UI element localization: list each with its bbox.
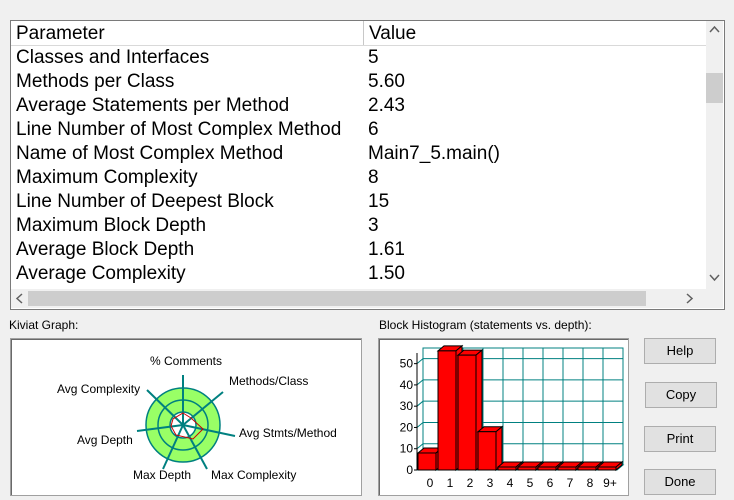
histogram-bar <box>477 431 497 471</box>
kiviat-axis-label: % Comments <box>150 354 222 368</box>
histogram-x-tick: 6 <box>547 476 554 490</box>
table-row[interactable]: Name of Most Complex Method Main7_5.main(… <box>11 142 706 166</box>
value-cell: 1.61 <box>368 239 405 260</box>
scroll-left-icon[interactable] <box>11 290 28 307</box>
kiviat-axis-label: Max Complexity <box>211 468 296 482</box>
table-row[interactable]: Line Number of Deepest Block 15 <box>11 190 706 214</box>
histogram-bar <box>557 466 577 471</box>
table-row[interactable]: Average Block Depth 1.61 <box>11 238 706 262</box>
value-cell: Main7_5.main() <box>368 143 500 164</box>
histogram-bar <box>537 466 557 471</box>
histogram-bar <box>437 350 457 471</box>
histogram-label: Block Histogram (statements vs. depth): <box>379 318 592 332</box>
parameter-cell: Classes and Interfaces <box>16 47 210 68</box>
table-row[interactable]: Average Complexity 1.50 <box>11 262 706 286</box>
parameter-cell: Maximum Complexity <box>16 167 198 188</box>
histogram-x-tick: 3 <box>487 476 494 490</box>
table-row[interactable]: Average Statements per Method 2.43 <box>11 94 706 118</box>
histogram-bar <box>577 466 597 471</box>
histogram-panel: 50 40 30 20 10 0 0 1 2 3 4 5 6 7 8 9+ <box>378 338 629 496</box>
column-header-parameter[interactable]: Parameter <box>11 21 363 45</box>
histogram-x-tick: 4 <box>507 476 514 490</box>
histogram-bar <box>597 466 617 471</box>
metrics-table[interactable]: Parameter Value Classes and Interfaces 5 M… <box>10 20 725 310</box>
value-cell: 8 <box>368 167 379 188</box>
table-row[interactable]: Classes and Interfaces 5 <box>11 46 706 70</box>
print-button[interactable]: Print <box>644 426 716 452</box>
table-row[interactable]: Maximum Block Depth 3 <box>11 214 706 238</box>
histogram-x-tick: 8 <box>587 476 594 490</box>
parameter-cell: Name of Most Complex Method <box>16 143 284 164</box>
histogram-x-tick: 7 <box>567 476 574 490</box>
parameter-cell: Methods per Class <box>16 71 175 92</box>
table-body: Classes and Interfaces 5 Methods per Class… <box>11 46 706 289</box>
scroll-up-icon[interactable] <box>706 21 723 38</box>
histogram-x-tick: 0 <box>427 476 434 490</box>
histogram-x-tick: 2 <box>467 476 474 490</box>
kiviat-axis-label: Avg Stmts/Method <box>239 426 337 440</box>
kiviat-axis-label: Methods/Class <box>229 374 308 388</box>
scroll-right-icon[interactable] <box>681 290 698 307</box>
parameter-cell: Average Complexity <box>16 263 186 284</box>
value-cell: 5.60 <box>368 71 405 92</box>
block-histogram: 504030201000 1 2 3 4 5 6 7 8 9+ <box>400 344 625 490</box>
histogram-x-tick: 9+ <box>603 476 617 490</box>
histogram-y-tick: 30 <box>400 399 414 413</box>
help-button[interactable]: Help <box>644 338 716 364</box>
value-cell: 6 <box>368 119 379 140</box>
histogram-y-tick: 50 <box>400 357 414 371</box>
value-cell: 1.50 <box>368 263 405 284</box>
histogram-x-tick: 5 <box>527 476 534 490</box>
kiviat-axis-label: Avg Depth <box>77 433 133 447</box>
done-button[interactable]: Done <box>644 469 716 495</box>
histogram-y-tick: 40 <box>400 378 414 392</box>
table-header: Parameter Value <box>11 21 706 46</box>
table-row[interactable]: Line Number of Most Complex Method 6 <box>11 118 706 142</box>
horizontal-scrollbar[interactable] <box>11 289 706 308</box>
value-cell: 5 <box>368 47 379 68</box>
kiviat-label: Kiviat Graph: <box>9 318 79 332</box>
kiviat-graph-panel: % Comments Methods/Class Avg Stmts/Metho… <box>10 338 362 496</box>
parameter-cell: Average Block Depth <box>16 239 195 260</box>
parameter-cell: Maximum Block Depth <box>16 215 207 236</box>
kiviat-axis-label: Avg Complexity <box>57 382 140 396</box>
scroll-corner <box>706 289 723 308</box>
vertical-scrollbar[interactable] <box>706 21 723 289</box>
value-cell: 3 <box>368 215 379 236</box>
parameter-cell: Line Number of Most Complex Method <box>16 119 342 140</box>
value-cell: 2.43 <box>368 95 405 116</box>
histogram-bar <box>457 354 477 471</box>
histogram-bar <box>517 466 537 471</box>
histogram-y-tick: 10 <box>400 442 414 456</box>
histogram-x-tick: 1 <box>447 476 454 490</box>
value-cell: 15 <box>368 191 390 212</box>
table-row[interactable]: Methods per Class 5.60 <box>11 70 706 94</box>
histogram-bar-side <box>495 425 503 472</box>
kiviat-axis-label: Max Depth <box>133 468 191 482</box>
copy-button[interactable]: Copy <box>645 382 717 408</box>
column-header-value[interactable]: Value <box>364 21 706 45</box>
scroll-down-icon[interactable] <box>706 269 723 286</box>
histogram-bar <box>497 466 517 471</box>
histogram-y-tick: 20 <box>400 420 414 434</box>
histogram-y-tick: 0 <box>406 463 413 477</box>
kiviat-graph: % Comments Methods/Class Avg Stmts/Metho… <box>57 354 337 482</box>
vertical-scroll-thumb[interactable] <box>706 73 723 103</box>
parameter-cell: Line Number of Deepest Block <box>16 191 274 212</box>
histogram-bar <box>417 452 437 471</box>
table-row[interactable]: Maximum Complexity 8 <box>11 166 706 190</box>
parameter-cell: Average Statements per Method <box>16 95 290 116</box>
horizontal-scroll-thumb[interactable] <box>28 291 646 306</box>
